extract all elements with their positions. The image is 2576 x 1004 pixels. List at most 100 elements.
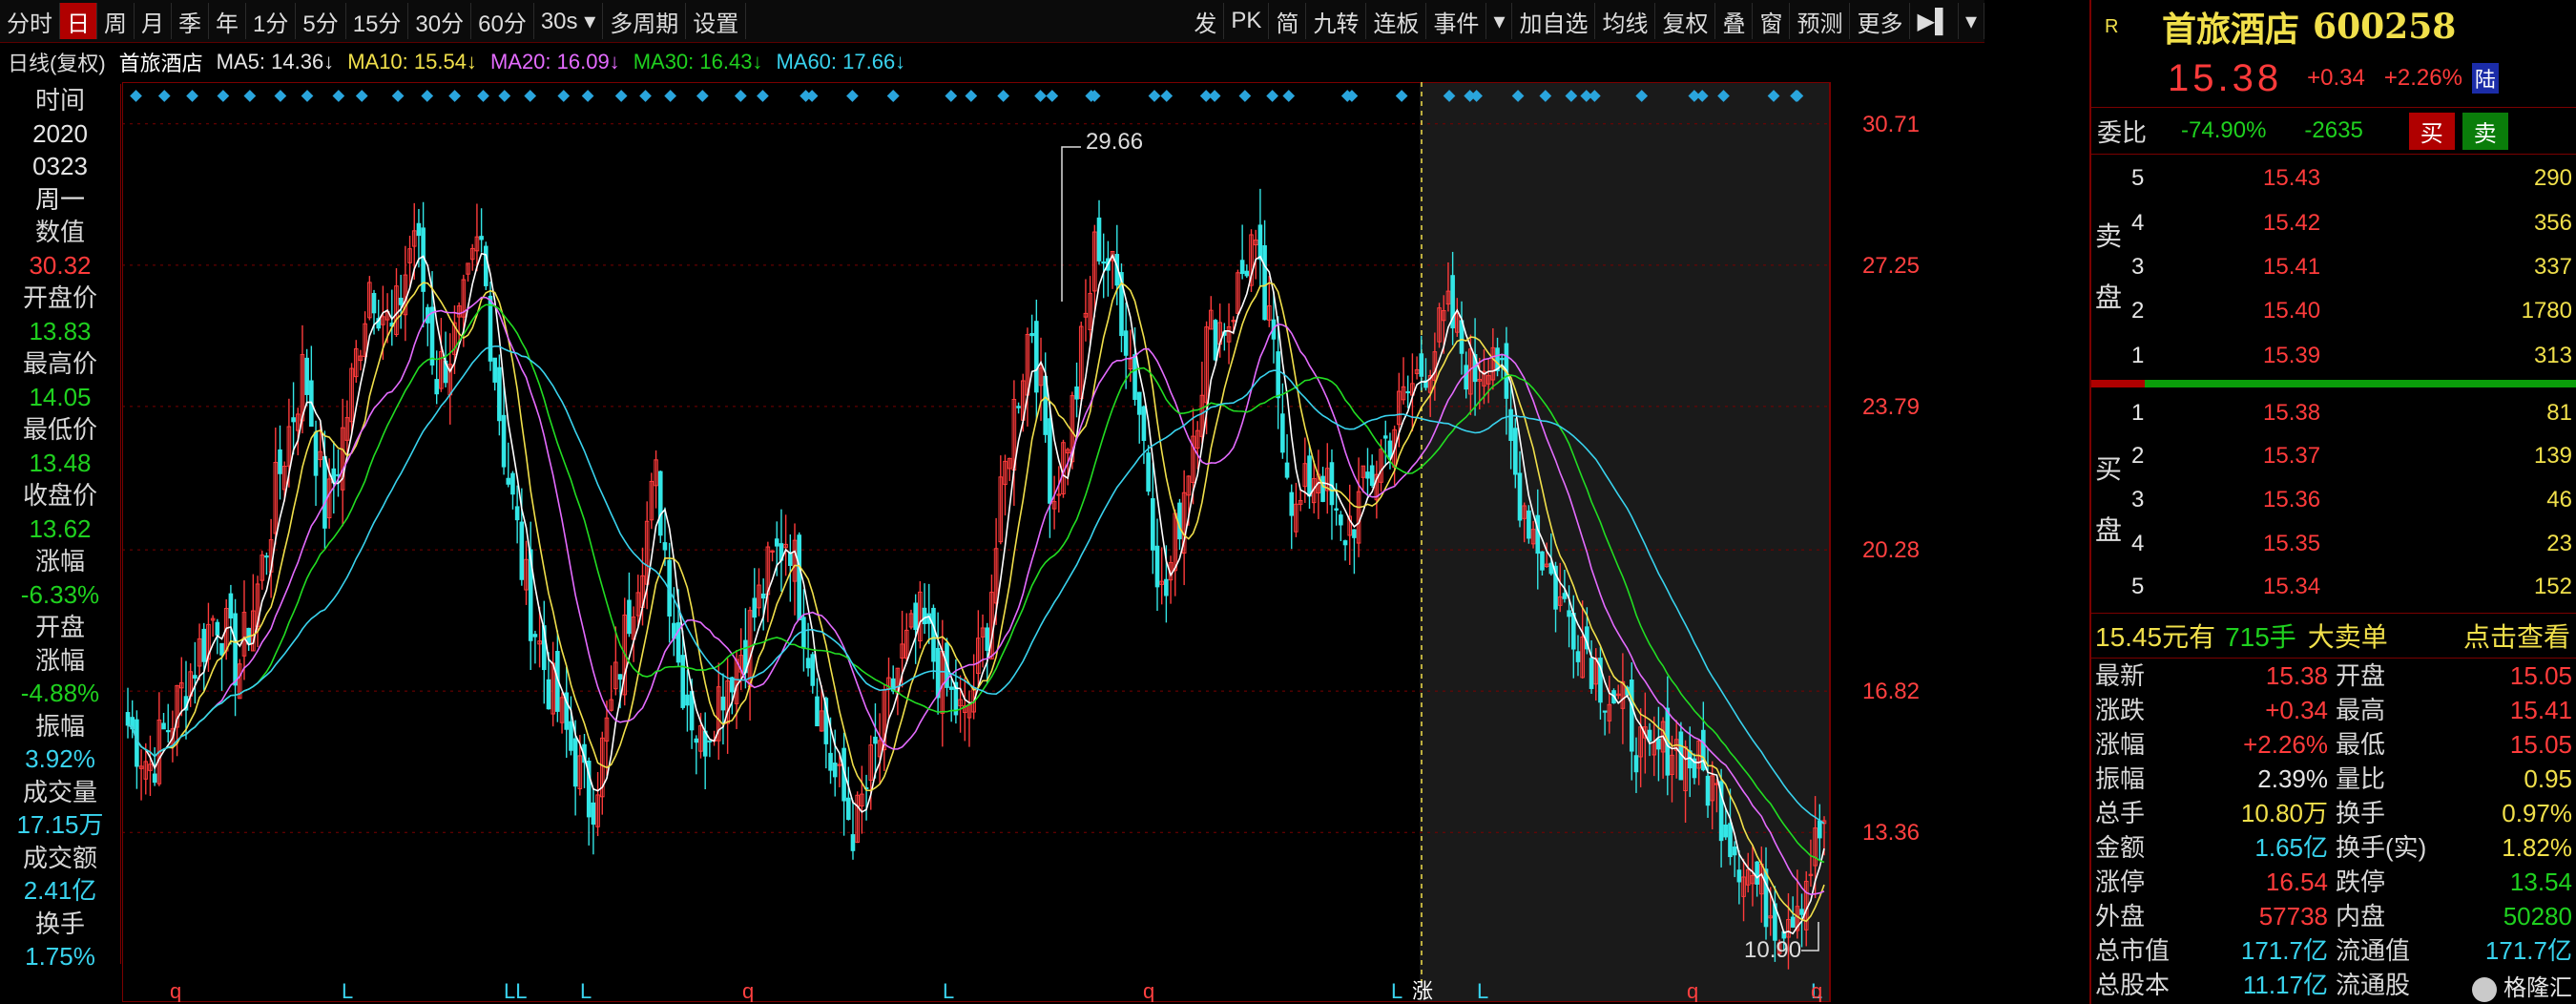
toolbar-button-15[interactable]: ▾: [1959, 3, 1984, 39]
chg-label: 涨幅: [34, 547, 85, 575]
toolbar-button-5[interactable]: 事件: [1426, 3, 1487, 39]
event-marker: [243, 90, 257, 102]
watermark-text: 格隆汇: [2503, 975, 2572, 1001]
event-marker: [274, 90, 287, 102]
period-tab-5[interactable]: 年: [209, 3, 246, 39]
candle-body: [832, 763, 838, 778]
period-tab-12[interactable]: 多周期: [603, 3, 687, 39]
book-row[interactable]: 1 15.39 313: [2091, 334, 2576, 378]
period-tab-0[interactable]: 分时: [0, 3, 60, 39]
alert-view-link[interactable]: 点击查看: [2463, 617, 2570, 655]
book-row[interactable]: 3 15.36 46: [2091, 478, 2576, 522]
toolbar-button-1[interactable]: PK: [1224, 3, 1270, 39]
toolbar-button-11[interactable]: 窗: [1753, 3, 1791, 39]
book-price: 15.36: [2263, 486, 2321, 512]
candle-body: [161, 722, 166, 730]
toolbar-button-13[interactable]: 更多: [1850, 3, 1911, 39]
toolbar-button-14[interactable]: ▶▌: [1910, 3, 1959, 39]
candle-body: [371, 293, 377, 314]
period-tab-2[interactable]: 周: [97, 3, 135, 39]
toolbar-button-6[interactable]: ▾: [1486, 3, 1513, 39]
book-row[interactable]: 5 15.43 290: [2091, 157, 2576, 200]
candle-body: [1790, 916, 1796, 928]
period-tab-9[interactable]: 30分: [408, 3, 472, 39]
ma5-label: MA5: 14.36↓: [216, 50, 335, 73]
high-label: 最高价: [22, 349, 97, 378]
candle-body: [219, 642, 224, 656]
candle-body: [1799, 909, 1804, 915]
toolbar-button-8[interactable]: 均线: [1595, 3, 1656, 39]
amp-label: 振幅: [34, 711, 85, 741]
toolbar-button-7[interactable]: 加自选: [1512, 3, 1596, 39]
book-volume: 290: [2533, 165, 2572, 192]
chart-period-label[interactable]: 日线(复权): [8, 47, 106, 77]
period-tab-4[interactable]: 季: [172, 3, 209, 39]
book-level: 3: [2131, 253, 2145, 280]
bottom-signal-marker: q: [742, 979, 754, 1002]
turn-value: 1.75%: [25, 942, 95, 971]
book-row[interactable]: 1 15.38 81: [2091, 391, 2576, 435]
turn-label: 换手: [34, 909, 85, 938]
toolbar-button-0[interactable]: 发: [1187, 3, 1225, 39]
event-marker: [945, 90, 958, 102]
wei-diff: -2635: [2304, 117, 2363, 143]
period-tab-6[interactable]: 1分: [246, 3, 297, 39]
toolbar-button-9[interactable]: 复权: [1655, 3, 1716, 39]
max-price-annotation: 29.66: [1086, 129, 1143, 155]
toolbar-button-2[interactable]: 简: [1269, 3, 1307, 39]
toolbar-button-12[interactable]: 预测: [1790, 3, 1851, 39]
period-tab-1[interactable]: 日: [60, 3, 97, 39]
vol-value: 17.15万: [16, 810, 104, 839]
candle-body: [233, 613, 238, 686]
book-row[interactable]: 4 15.42 356: [2091, 200, 2576, 244]
event-marker: [301, 90, 314, 102]
toolbar-button-3[interactable]: 九转: [1306, 3, 1367, 39]
event-marker: [391, 90, 405, 102]
candle-body: [815, 696, 820, 727]
book-price: 15.38: [2263, 399, 2321, 426]
book-row[interactable]: 2 15.37 139: [2091, 435, 2576, 479]
book-row[interactable]: 5 15.34 152: [2091, 565, 2576, 609]
period-tab-10[interactable]: 60分: [471, 3, 534, 39]
candle-body: [434, 379, 439, 395]
book-level: 1: [2131, 399, 2145, 426]
sell-button[interactable]: 卖: [2462, 112, 2508, 150]
event-marker: [1160, 90, 1174, 102]
period-tab-13[interactable]: 设置: [686, 3, 747, 39]
candle-body: [1763, 868, 1769, 928]
event-marker: [477, 90, 489, 102]
open-chg-label-2: 涨幅: [34, 645, 85, 675]
candle-body: [532, 634, 538, 638]
period-tab-3[interactable]: 月: [135, 3, 172, 39]
period-tab-8[interactable]: 15分: [346, 3, 409, 39]
book-row[interactable]: 4 15.35 23: [2091, 522, 2576, 566]
bottom-signal-marker: L: [943, 979, 954, 1002]
candle-body: [1755, 861, 1759, 885]
last-price: 15.38: [2168, 56, 2283, 99]
period-tab-11[interactable]: 30s ▾: [534, 3, 604, 39]
bottom-signal-marker: L: [1391, 979, 1402, 1002]
event-marker: [332, 90, 345, 102]
max-annotation-leader: [1061, 146, 1081, 302]
stock-name-label: 首旅酒店: [118, 52, 203, 75]
stat-value: 2.39%: [2257, 764, 2328, 793]
period-tab-7[interactable]: 5分: [296, 3, 346, 39]
candle-body: [479, 236, 484, 241]
toolbar-button-10[interactable]: 叠: [1715, 3, 1754, 39]
toolbar-button-4[interactable]: 连板: [1366, 3, 1427, 39]
candle-body: [1136, 391, 1142, 415]
buy-button[interactable]: 买: [2408, 112, 2455, 150]
stat-value: 15.38: [2265, 661, 2328, 690]
market-tag: 陆: [2471, 63, 2499, 94]
ma20-label: MA20: 16.09↓: [489, 50, 620, 73]
y-tick-label: 27.25: [1862, 253, 1920, 279]
book-row[interactable]: 2 15.40 1780: [2091, 289, 2576, 333]
event-marker: [757, 90, 769, 102]
bottom-signal-marker: L: [1477, 979, 1488, 1002]
stat-value: 16.54: [2265, 868, 2328, 896]
kline-chart[interactable]: 30.71 27.25 23.79 20.28 16.82 13.36 29.66 10.90…: [122, 82, 1984, 1002]
book-row[interactable]: 3 15.41 337: [2091, 245, 2576, 289]
book-level: 1: [2131, 342, 2145, 368]
book-level: 2: [2131, 298, 2145, 324]
stat-row: 涨停 16.54 跌停 13.54: [2091, 865, 2576, 899]
